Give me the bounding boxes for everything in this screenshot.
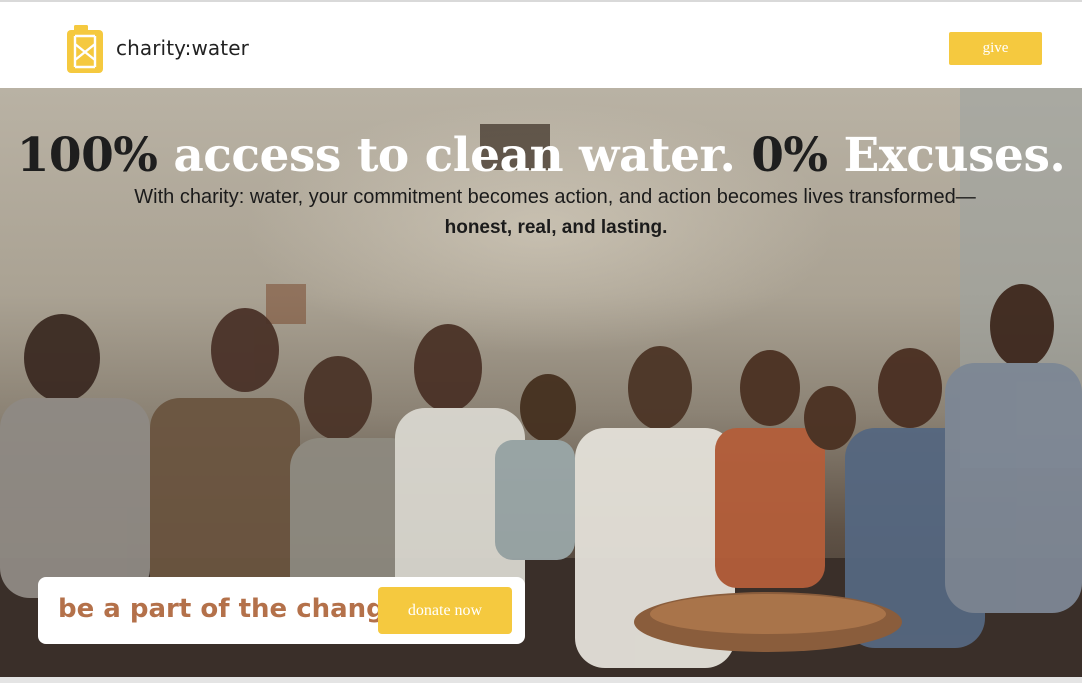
give-button[interactable]: give xyxy=(949,32,1042,65)
cta-text: be a part of the change xyxy=(58,594,403,624)
headline-stat-1: 100% xyxy=(16,128,158,183)
brand-name[interactable]: charity:water xyxy=(116,36,249,60)
site-header: charity:water give xyxy=(0,2,1082,88)
jerry-can-icon[interactable] xyxy=(66,24,104,74)
cta-card: be a part of the change donate now xyxy=(38,577,525,644)
headline-text-2: Excuses. xyxy=(827,128,1066,183)
hero-subline-bold: honest, real, and lasting. xyxy=(444,217,668,238)
hero-subline: With charity: water, your commitment bec… xyxy=(134,186,976,208)
bottom-border xyxy=(0,677,1082,683)
headline-text-1: access to clean water. xyxy=(157,128,752,183)
donate-button[interactable]: donate now xyxy=(378,587,512,634)
headline-stat-2: 0% xyxy=(751,128,828,183)
hero-headline: 100% access to clean water. 0% Excuses. xyxy=(0,128,1082,183)
hero-section: 100% access to clean water. 0% Excuses. … xyxy=(0,88,1082,677)
